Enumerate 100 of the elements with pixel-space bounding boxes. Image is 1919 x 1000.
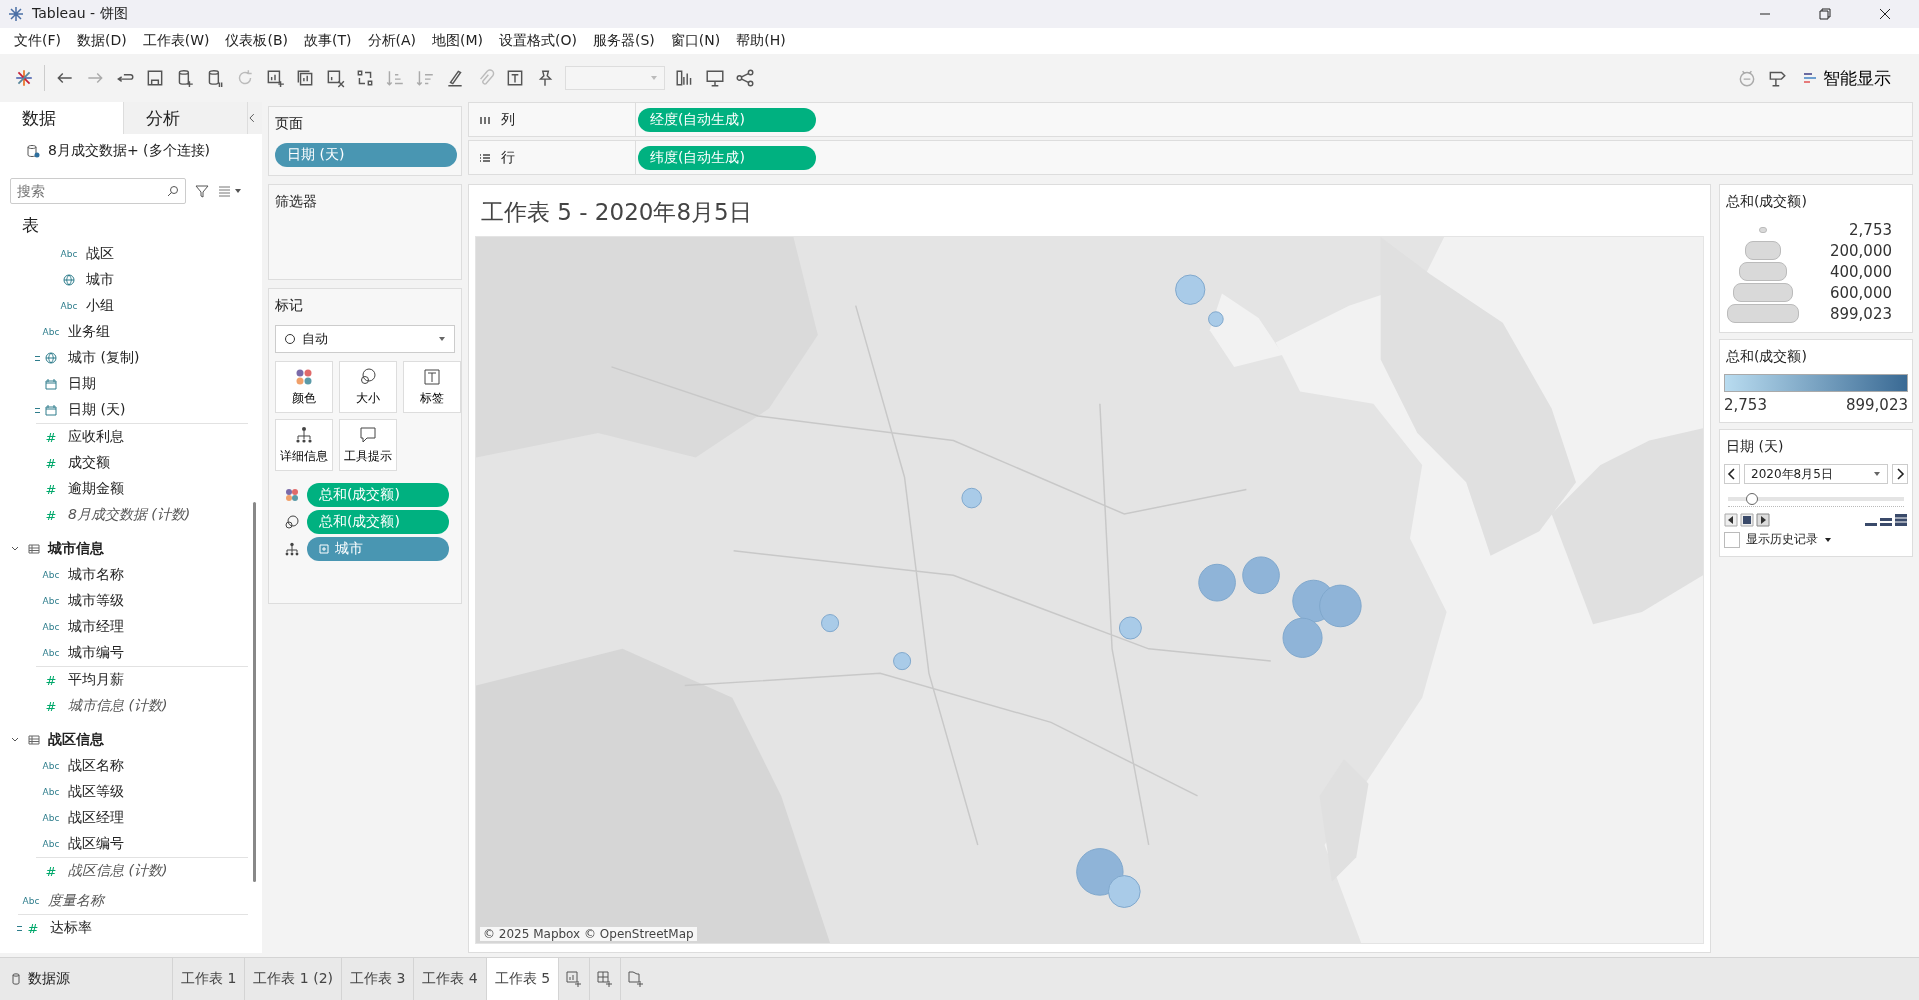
size-swatch-icon — [1759, 226, 1767, 233]
play-back-icon[interactable] — [1724, 513, 1738, 527]
page-dropdown[interactable]: 2020年8月5日 — [1744, 464, 1888, 484]
folder-label[interactable]: 城市信息 — [48, 540, 104, 558]
field-label[interactable]: 战区等级 — [68, 783, 124, 801]
type-label: # — [44, 863, 58, 879]
field-label[interactable]: 应收利息 — [68, 428, 124, 446]
field-label[interactable]: 城市编号 — [68, 644, 124, 662]
field-label[interactable]: 城市经理 — [68, 618, 124, 636]
folder-label[interactable]: 战区信息 — [48, 731, 104, 749]
calendar-icon — [45, 378, 57, 390]
field-label[interactable]: 城市信息 (计数) — [68, 697, 168, 715]
data-source-tab[interactable]: 数据源 — [0, 958, 164, 1000]
filter-icon[interactable] — [194, 183, 210, 199]
field-label[interactable]: 业务组 — [68, 323, 110, 341]
speed-icon[interactable] — [1864, 513, 1908, 527]
card-title: 筛选器 — [275, 193, 318, 211]
worksheet-title: 工作表 5 - 2020年8月5日 — [480, 198, 753, 227]
field-label[interactable]: 逾期金额 — [68, 480, 124, 498]
field-label[interactable]: 8月成交数据 (计数) — [68, 506, 191, 524]
collapse-icon[interactable] — [248, 113, 256, 123]
mark-property-button[interactable]: 标签 — [403, 361, 461, 413]
legend-title: 总和(成交额) — [1725, 193, 1808, 211]
checkbox[interactable] — [1724, 531, 1740, 548]
sheet-tab[interactable]: 工作表 3 — [341, 958, 414, 1000]
caret-icon[interactable] — [1824, 535, 1832, 544]
field-label[interactable]: 日期 (天) — [68, 401, 126, 419]
search-field[interactable]: 搜索 — [10, 178, 186, 204]
duplicate-icon[interactable] — [295, 68, 315, 88]
slider-thumb[interactable] — [1745, 493, 1758, 505]
sparkle-logo-icon[interactable] — [14, 68, 34, 88]
field-label[interactable]: 小组 — [86, 297, 114, 315]
field-label[interactable]: 战区编号 — [68, 835, 124, 853]
type-label: Abc — [42, 839, 60, 849]
map-attribution: © 2025 Mapbox © OpenStreetMap — [480, 927, 697, 941]
mark-property-button[interactable]: 颜色 — [275, 361, 333, 413]
bars-icon — [1803, 71, 1817, 85]
sheet-tab[interactable]: 工作表 4 — [413, 958, 486, 1000]
scrollbar[interactable] — [253, 502, 256, 882]
field-label[interactable]: 城市名称 — [68, 566, 124, 584]
mark-property-button[interactable]: 详细信息 — [275, 419, 333, 471]
field-label[interactable]: 城市 — [86, 271, 114, 289]
restore-icon[interactable] — [1819, 8, 1831, 20]
share-icon[interactable] — [735, 68, 755, 88]
next-icon[interactable] — [1892, 464, 1908, 484]
new-sheet-icon[interactable] — [265, 68, 285, 88]
show-me-button[interactable]: 智能显示 — [1797, 62, 1897, 94]
field-label[interactable]: 城市 (复制) — [68, 349, 140, 367]
mark-property-button[interactable]: 大小 — [339, 361, 397, 413]
shelf-label: 列 — [501, 110, 515, 129]
menu-item[interactable]: 服务器(S) — [585, 32, 663, 50]
size-circles-icon — [359, 367, 377, 386]
highlight-icon[interactable] — [445, 68, 465, 88]
field-label[interactable]: 成交额 — [68, 454, 110, 472]
menu-item[interactable]: 窗口(N) — [662, 32, 729, 50]
field-label[interactable]: 战区 — [86, 245, 114, 263]
list-view-icon[interactable] — [218, 185, 242, 197]
clear-icon[interactable] — [325, 68, 345, 88]
sheet-tab[interactable]: 工作表 1 (2) — [244, 958, 341, 1000]
table-icon — [28, 543, 40, 555]
tables-heading: 表 — [21, 214, 40, 237]
type-label: Abc — [42, 327, 60, 337]
menu-item[interactable]: 仪表板(B) — [217, 32, 296, 50]
field-label[interactable]: 日期 — [68, 375, 96, 393]
close-icon[interactable] — [1879, 8, 1891, 20]
menu-item[interactable]: 分析(A) — [359, 32, 424, 50]
field-label[interactable]: 战区信息 (计数) — [68, 862, 168, 880]
stop-icon[interactable] — [1740, 513, 1754, 527]
presentation-icon[interactable] — [705, 68, 725, 88]
menu-item[interactable]: 故事(T) — [296, 32, 360, 50]
field-label[interactable]: 战区名称 — [68, 757, 124, 775]
mark-property-button[interactable]: 工具提示 — [339, 419, 397, 471]
type-label: # — [44, 698, 58, 714]
swap-axes-icon[interactable] — [355, 68, 375, 88]
menu-item[interactable]: 帮助(H) — [728, 32, 794, 50]
sheet-tab[interactable]: 工作表 1 — [172, 958, 245, 1000]
menu-item[interactable]: 地图(M) — [424, 32, 492, 50]
text-icon[interactable] — [505, 68, 525, 88]
field-label[interactable]: 达标率 — [50, 919, 92, 937]
mark-type-dropdown[interactable]: 自动 — [275, 325, 455, 353]
sheet-tab[interactable]: 工作表 5 — [485, 958, 559, 1000]
checkbox-label[interactable]: 显示历史记录 — [1746, 531, 1818, 548]
expand-icon[interactable] — [319, 544, 329, 554]
field-label[interactable]: 战区经理 — [68, 809, 124, 827]
play-icon[interactable] — [1756, 513, 1770, 527]
table-icon — [28, 734, 40, 746]
field-label[interactable]: 度量名称 — [48, 892, 104, 910]
pane-tab[interactable]: 数据 — [0, 102, 125, 134]
menu-item[interactable]: 设置格式(O) — [491, 32, 585, 50]
field-label[interactable]: 城市等级 — [68, 592, 124, 610]
menu-item[interactable]: 工作表(W) — [134, 32, 218, 50]
save-icon[interactable] — [145, 68, 165, 88]
menu-item[interactable]: 文件(F) — [6, 32, 69, 50]
menu-item[interactable]: 数据(D) — [69, 32, 135, 50]
connection-name[interactable]: 8月成交数据+ (多个连接) — [48, 142, 210, 160]
dots-icon — [295, 367, 313, 386]
previous-icon[interactable] — [1724, 464, 1740, 484]
globe-icon — [45, 352, 57, 364]
legend-value: 600,000 — [1828, 283, 1893, 302]
field-label[interactable]: 平均月薪 — [68, 671, 124, 689]
